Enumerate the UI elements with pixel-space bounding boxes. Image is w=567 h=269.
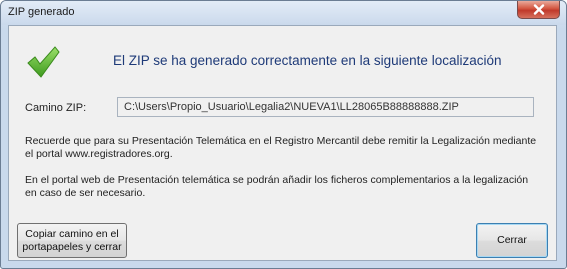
close-button[interactable]: Cerrar	[476, 223, 548, 258]
info-text-registro: Recuerde que para su Presentación Telemá…	[25, 135, 537, 160]
dialog-content: El ZIP se ha generado correctamente en l…	[8, 25, 557, 261]
copy-path-button[interactable]: Copiar camino en el portapapeles y cerra…	[17, 223, 127, 258]
title-bar[interactable]: ZIP generado	[1, 1, 566, 25]
window-title: ZIP generado	[8, 6, 75, 18]
zip-path-label: Camino ZIP:	[25, 102, 87, 114]
zip-path-field[interactable]: C:\Users\Propio_Usuario\Legalia2\NUEVA1\…	[117, 97, 534, 117]
dialog-window: ZIP generado El ZIP se ha generado corre…	[0, 0, 567, 269]
info-text-complementarios: En el portal web de Presentación telemát…	[25, 174, 529, 199]
window-close-button[interactable]	[517, 1, 560, 19]
checkmark-icon	[27, 46, 60, 78]
success-headline: El ZIP se ha generado correctamente en l…	[113, 53, 502, 68]
close-icon	[533, 4, 544, 15]
